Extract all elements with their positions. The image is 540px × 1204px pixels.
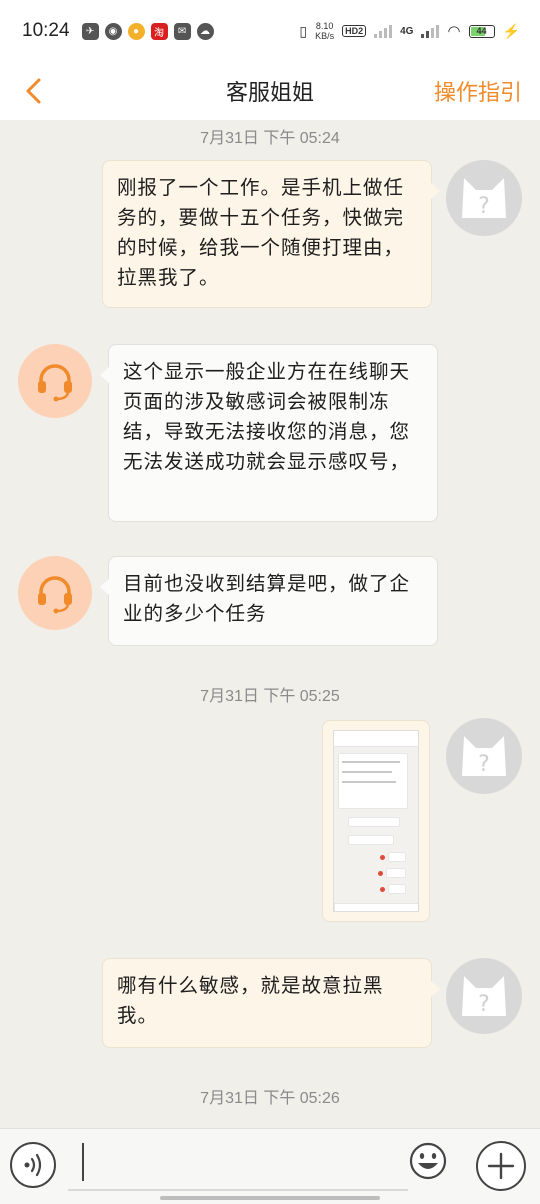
agent-avatar[interactable] bbox=[18, 344, 92, 418]
input-bar bbox=[0, 1128, 540, 1204]
voice-wave-icon bbox=[24, 1153, 42, 1177]
user-message[interactable]: 刚报了一个工作。是手机上做任务的，要做十五个任务，快做完的时候，给我一个随便打理… bbox=[102, 160, 440, 308]
thumb-bubble bbox=[388, 884, 406, 894]
hd-badge: HD2 bbox=[342, 25, 367, 37]
thumb-error-dot bbox=[378, 871, 383, 876]
timestamp: 7月31日 下午 05:26 bbox=[200, 1090, 340, 1107]
cat-question-icon: ? bbox=[462, 976, 506, 1017]
cat-question-icon: ? bbox=[462, 178, 506, 219]
thumb-error-dot bbox=[380, 855, 385, 860]
status-bar: 10:24 ✈ ◉ ● 淘 ✉ ☁ ▯ 8.10 KB/s HD2 4G ◠ 4… bbox=[0, 0, 540, 62]
message-input[interactable] bbox=[68, 1137, 408, 1191]
svg-text:?: ? bbox=[478, 194, 490, 219]
thumb-bubble bbox=[348, 817, 400, 827]
battery-level: 44 bbox=[476, 26, 487, 36]
compass-icon: ◉ bbox=[104, 22, 122, 40]
fox-app-icon: ● bbox=[127, 22, 145, 40]
thumb-inputbar bbox=[334, 903, 418, 911]
agent-message[interactable]: 这个显示一般企业方在在线聊天页面的涉及敏感词会被限制冻结，导致无法接收您的消息，… bbox=[100, 344, 438, 522]
thumb-error-dot bbox=[380, 887, 385, 892]
agent-avatar[interactable] bbox=[18, 556, 92, 630]
chat-area[interactable]: 7月31日 下午 05:24 刚报了一个工作。是手机上做任务的，要做十五个任务，… bbox=[0, 120, 540, 1128]
cat-question-icon: ? bbox=[462, 736, 506, 777]
charging-icon: ⚡ bbox=[502, 22, 520, 39]
telegram-icon: ✈ bbox=[81, 22, 99, 40]
wifi-icon: ◠ bbox=[447, 23, 461, 40]
screenshot-thumbnail bbox=[333, 730, 419, 912]
home-indicator[interactable] bbox=[160, 1196, 380, 1200]
timestamp: 7月31日 下午 05:24 bbox=[200, 130, 340, 147]
image-message[interactable] bbox=[322, 720, 430, 922]
thumb-bubble bbox=[388, 852, 406, 862]
net-speed: 8.10 KB/s bbox=[315, 21, 334, 41]
voice-button[interactable] bbox=[10, 1142, 56, 1188]
net-speed-value: 8.10 bbox=[315, 21, 334, 31]
timestamp: 7月31日 下午 05:25 bbox=[200, 688, 340, 705]
thumb-line bbox=[342, 771, 392, 773]
smiley-icon[interactable] bbox=[408, 1141, 448, 1181]
agent-message[interactable]: 目前也没收到结算是吧，做了企业的多少个任务 bbox=[100, 556, 438, 646]
thumb-line bbox=[342, 761, 400, 763]
thumb-line bbox=[342, 781, 396, 783]
shop-app-icon: 淘 bbox=[150, 22, 168, 40]
user-avatar[interactable]: ? bbox=[446, 160, 522, 236]
user-avatar[interactable]: ? bbox=[446, 718, 522, 794]
signal2-icon bbox=[421, 24, 440, 38]
app-icon: ✉ bbox=[173, 22, 191, 40]
network-type: 4G bbox=[400, 25, 414, 37]
svg-text:?: ? bbox=[478, 992, 490, 1017]
nav-bar: 客服姐姐 操作指引 bbox=[0, 62, 540, 120]
text-cursor bbox=[82, 1143, 84, 1181]
signal-icon bbox=[374, 24, 393, 38]
battery-icon: 44 bbox=[468, 24, 495, 38]
plus-icon bbox=[487, 1152, 515, 1180]
status-time: 10:24 bbox=[22, 20, 70, 41]
page-title: 客服姐姐 bbox=[225, 81, 314, 106]
net-speed-unit: KB/s bbox=[315, 31, 335, 41]
more-button[interactable] bbox=[476, 1141, 526, 1191]
thumb-bubble bbox=[348, 835, 394, 845]
thumb-header bbox=[334, 731, 418, 747]
cloud-icon: ☁ bbox=[196, 22, 214, 40]
thumb-bubble bbox=[386, 868, 406, 878]
back-chevron-icon[interactable] bbox=[20, 76, 50, 106]
headset-icon bbox=[38, 576, 72, 614]
status-right: ▯ 8.10 KB/s HD2 4G ◠ 44 ⚡ bbox=[299, 21, 520, 41]
guide-button[interactable]: 操作指引 bbox=[434, 75, 522, 107]
headset-icon bbox=[38, 364, 72, 402]
user-message[interactable]: 哪有什么敏感，就是故意拉黑我。 bbox=[102, 958, 440, 1048]
vibrate-icon: ▯ bbox=[299, 22, 308, 39]
svg-text:?: ? bbox=[478, 752, 490, 777]
user-avatar[interactable]: ? bbox=[446, 958, 522, 1034]
